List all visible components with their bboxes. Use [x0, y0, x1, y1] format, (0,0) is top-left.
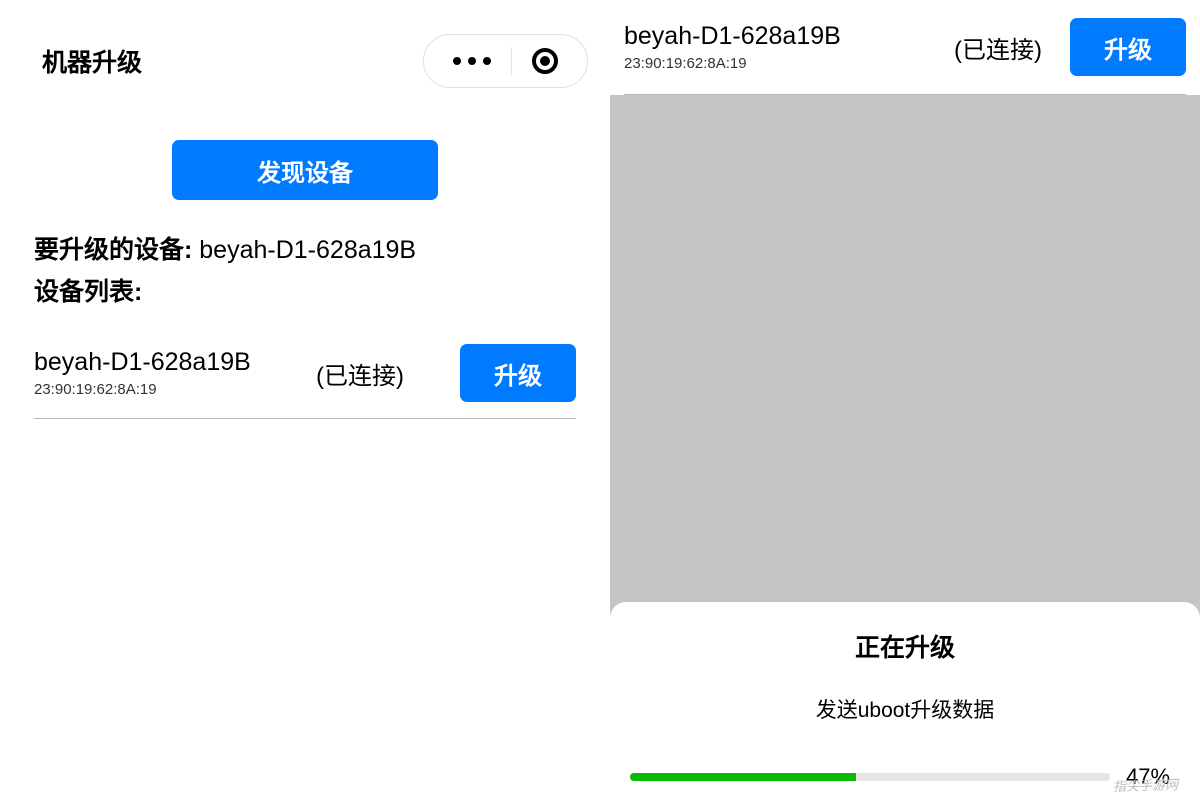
discover-devices-button[interactable]: 发现设备 [172, 140, 438, 200]
more-icon[interactable] [453, 57, 491, 65]
target-prefix: 要升级的设备: [34, 236, 199, 264]
target-device-name: beyah-D1-628a19B [199, 236, 416, 264]
progress-bar [630, 773, 1110, 781]
progress-percent: 47% [1126, 764, 1180, 790]
discover-wrap: 发现设备 [0, 140, 610, 200]
mini-program-capsule [423, 34, 588, 88]
upgrade-progress-sheet: 正在升级 发送uboot升级数据 47% [610, 602, 1200, 800]
header: 机器升级 [0, 0, 610, 88]
device-row-wrap: beyah-D1-628a19B 23:90:19:62:8A:19 (已连接)… [610, 0, 1200, 95]
device-name: beyah-D1-628a19B [624, 22, 841, 51]
device-mac: 23:90:19:62:8A:19 [624, 55, 841, 72]
device-mac: 23:90:19:62:8A:19 [34, 381, 251, 398]
progress-fill [630, 773, 856, 781]
target-device-line: 要升级的设备: beyah-D1-628a19B [34, 230, 576, 266]
sheet-subtitle: 发送uboot升级数据 [630, 694, 1180, 724]
device-row[interactable]: beyah-D1-628a19B 23:90:19:62:8A:19 (已连接)… [34, 330, 576, 419]
device-info: beyah-D1-628a19B 23:90:19:62:8A:19 [624, 22, 841, 72]
device-name: beyah-D1-628a19B [34, 348, 251, 377]
device-list-label: 设备列表: [34, 272, 576, 308]
device-status: (已连接) [316, 356, 404, 391]
info-block: 要升级的设备: beyah-D1-628a19B 设备列表: [0, 200, 610, 308]
right-panel: beyah-D1-628a19B 23:90:19:62:8A:19 (已连接)… [610, 0, 1200, 800]
sheet-title: 正在升级 [630, 628, 1180, 664]
device-status: (已连接) [954, 30, 1042, 65]
device-row[interactable]: beyah-D1-628a19B 23:90:19:62:8A:19 (已连接)… [624, 0, 1186, 95]
capsule-divider [511, 47, 512, 75]
close-target-icon[interactable] [532, 48, 558, 74]
left-panel: 机器升级 发现设备 要升级的设备: beyah-D1-628a19B 设备列表:… [0, 0, 610, 800]
upgrade-button[interactable]: 升级 [460, 344, 576, 402]
upgrade-button[interactable]: 升级 [1070, 18, 1186, 76]
page-title: 机器升级 [42, 43, 142, 79]
device-info: beyah-D1-628a19B 23:90:19:62:8A:19 [34, 348, 251, 398]
progress-wrap: 47% [630, 764, 1180, 790]
